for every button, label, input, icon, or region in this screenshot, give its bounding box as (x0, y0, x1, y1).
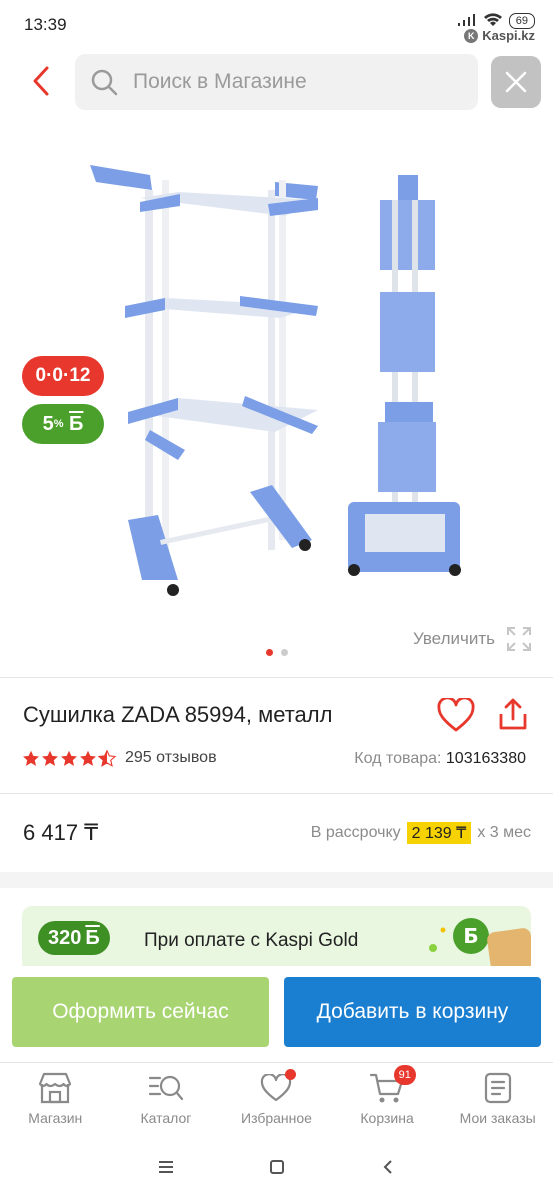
star-icon (23, 750, 39, 766)
product-code-label: Код товара: (354, 750, 442, 767)
nav-cart[interactable]: 91 Корзина (332, 1063, 443, 1134)
carousel-dot-active[interactable] (265, 649, 273, 656)
back-button[interactable] (24, 64, 58, 98)
share-button[interactable] (495, 694, 531, 734)
drying-rack-front-view (90, 165, 318, 596)
search-header (0, 52, 553, 112)
status-bar: 13:39 69 K Kaspi.kz (0, 0, 553, 50)
nav-label: Корзина (360, 1110, 414, 1126)
share-icon (499, 698, 527, 730)
product-code-value: 103163380 (445, 750, 526, 767)
close-icon (505, 71, 527, 93)
reviews-count[interactable]: 295 отзывов (125, 749, 217, 767)
nav-label: Мои заказы (459, 1110, 536, 1126)
status-time: 13:39 (24, 15, 67, 34)
home-square-icon (269, 1160, 284, 1174)
installment-suffix: х 3 мес (477, 824, 531, 841)
gold-bonus-value: 320 (48, 926, 82, 949)
notification-dot (285, 1069, 297, 1080)
nav-shop[interactable]: Магазин (0, 1063, 111, 1134)
divider (0, 677, 553, 678)
star-icon (42, 750, 58, 766)
zoom-label: Увеличить (413, 629, 495, 648)
bottom-navigation: Магазин Каталог Избранное 91 Корзина Мои… (0, 1062, 553, 1134)
heart-icon (437, 698, 475, 732)
nav-label: Избранное (241, 1110, 312, 1126)
installment-info: В рассрочку 2 139 ₸ х 3 мес (311, 822, 531, 844)
star-icon (80, 750, 96, 766)
system-back-button[interactable] (373, 1152, 403, 1182)
drying-rack-side-view (348, 175, 461, 576)
section-separator (0, 872, 553, 888)
bonus-percent: 5 (42, 412, 54, 435)
rating[interactable]: 295 отзывов (22, 749, 217, 767)
app-watermark-label: Kaspi.kz (482, 28, 535, 43)
signal-icon (457, 13, 477, 30)
favorite-button[interactable] (436, 696, 476, 734)
carousel-dot[interactable] (280, 649, 288, 656)
product-info: Сушилка ZADA 85994, металл 295 отзывов К… (0, 680, 553, 790)
kaspi-gold-banner[interactable]: 320 Б При оплате с Kaspi Gold Б (22, 906, 531, 966)
bonus-letter: Б (69, 412, 84, 435)
nav-favorites[interactable]: Избранное (221, 1063, 332, 1134)
product-title: Сушилка ZADA 85994, металл (23, 702, 333, 727)
catalog-search-icon (148, 1071, 184, 1105)
action-buttons: Оформить сейчас Добавить в корзину (0, 977, 553, 1049)
installment-badge: 0·0·12 (22, 356, 104, 396)
nav-label: Каталог (140, 1110, 192, 1126)
star-half-icon (98, 749, 116, 767)
installment-prefix: В рассрочку (310, 824, 401, 841)
price-section: 6 417 ₸ В рассрочку 2 139 ₸ х 3 мес (0, 795, 553, 871)
menu-icon (158, 1161, 173, 1173)
divider (0, 793, 553, 794)
orders-icon (480, 1071, 516, 1105)
buy-now-button[interactable]: Оформить сейчас (12, 977, 269, 1047)
product-price: 6 417 ₸ (23, 820, 99, 845)
search-icon (89, 67, 119, 97)
add-to-cart-button[interactable]: Добавить в корзину (284, 977, 541, 1047)
nav-label: Магазин (28, 1110, 83, 1126)
kaspi-logo-icon: K (464, 28, 479, 43)
back-chevron-icon (383, 1160, 392, 1174)
product-code: Код товара: 103163380 (354, 750, 526, 768)
gold-bonus-letter: Б (85, 926, 100, 949)
nav-catalog[interactable]: Каталог (111, 1063, 222, 1134)
product-gallery[interactable]: 0·0·12 5% Б Увеличить (0, 120, 553, 675)
cart-count-badge: 91 (393, 1065, 416, 1085)
kaspi-gold-card-icon: Б (429, 918, 531, 966)
battery-indicator: 69 (508, 13, 535, 29)
app-watermark: K Kaspi.kz (464, 28, 535, 43)
chevron-left-icon (33, 66, 49, 96)
star-icon (61, 750, 77, 766)
recent-apps-button[interactable] (151, 1152, 181, 1182)
home-button[interactable] (262, 1152, 292, 1182)
gold-bonus-chip: 320 Б (38, 921, 110, 955)
search-box[interactable] (75, 54, 478, 110)
bonus-percent-sign: % (53, 418, 64, 430)
nav-orders[interactable]: Мои заказы (442, 1063, 553, 1134)
store-icon (37, 1071, 73, 1105)
installment-amount: 2 139 ₸ (406, 822, 472, 844)
close-button[interactable] (491, 56, 541, 108)
bonus-badge: 5% Б (22, 404, 104, 444)
svg-text:Б: Б (463, 924, 478, 948)
search-input[interactable] (133, 70, 453, 94)
system-navigation-bar (0, 1134, 553, 1200)
gold-banner-text: При оплате с Kaspi Gold (144, 930, 359, 951)
carousel-dots (0, 649, 553, 656)
rating-stars (22, 749, 116, 767)
